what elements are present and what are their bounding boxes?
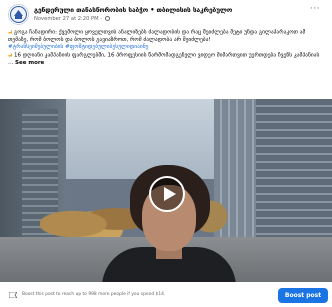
facebook-post: გენდერული თანასწორობის საბჭო • თბილისის … — [0, 0, 332, 307]
hashtag-link[interactable]: #ტრანსეიშებულიბის #ფოშტიდებულიბესულიდიაი… — [8, 44, 148, 50]
post-header: გენდერული თანასწორობის საბჭო • თბილისის … — [8, 4, 324, 26]
post-meta: November 27 at 2:20 PM · — [34, 16, 110, 22]
post-hashtags: #ტრანსეიშებულიბის #ფოშტიდებულიბესულიდიაი… — [8, 44, 326, 51]
more-options-button[interactable]: ··· — [310, 5, 320, 14]
post-body: გოგა ჩანადირი: ქვემოლი ყოველთვის ანალიზე… — [8, 29, 326, 67]
post-timestamp[interactable]: November 27 at 2:20 PM · — [34, 16, 104, 22]
boost-bar: Boost this post to reach up to 998 more … — [0, 284, 332, 307]
globe-icon — [104, 16, 110, 21]
post-paragraph-1: გოგა ჩანადირი: ქვემოლი ყოველთვის ანალიზე… — [8, 29, 306, 43]
page-name[interactable]: გენდერული თანასწორობის საბჭო • თბილისის … — [34, 6, 232, 14]
play-icon[interactable] — [149, 176, 185, 212]
post-paragraph-2: 16 დღიანი კამპანიის ფარგლებში, 16 პროფეს… — [8, 52, 320, 66]
hand-pointing-icon — [8, 53, 12, 57]
boost-post-button[interactable]: Boost post — [278, 288, 328, 303]
council-logo-icon — [10, 6, 27, 23]
building-right-2 — [256, 99, 332, 259]
hand-pointing-icon — [8, 30, 12, 34]
page-avatar[interactable] — [8, 4, 29, 25]
boost-icon — [9, 292, 17, 298]
see-more-link[interactable]: See more — [15, 60, 44, 66]
boost-text: Boost this post to reach up to 998 more … — [22, 292, 166, 297]
